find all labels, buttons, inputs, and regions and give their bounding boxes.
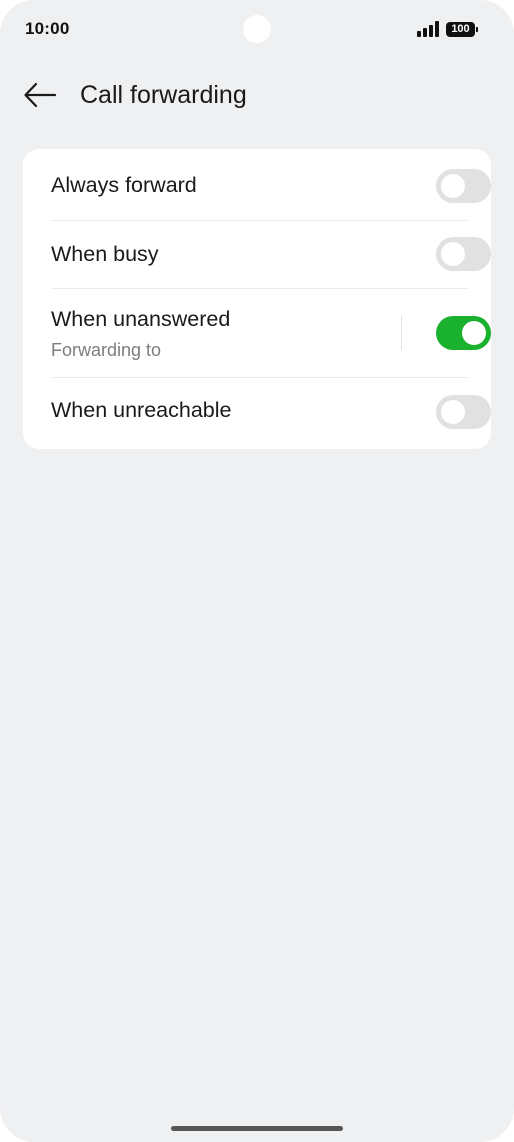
setting-subtitle: Forwarding to [51,340,162,360]
front-camera [243,15,271,43]
toggle-knob [441,174,465,198]
when-busy-toggle[interactable] [436,237,491,271]
always-forward-toggle[interactable] [436,169,491,203]
toggle-knob [462,321,486,345]
setting-label: Always forward [51,173,197,197]
setting-label: When unanswered [51,307,231,331]
setting-row-when-unreachable[interactable]: When unreachable [51,378,491,449]
status-time: 10:00 [25,19,70,38]
page-title: Call forwarding [80,81,247,109]
battery-level: 100 [451,23,470,35]
toggle-knob [441,242,465,266]
setting-row-always-forward[interactable]: Always forward [51,149,491,220]
setting-row-when-unanswered[interactable]: When unanswered Forwarding to [51,289,491,377]
signal-bars-icon [417,21,439,37]
setting-label: When unreachable [51,398,232,422]
when-unreachable-toggle[interactable] [436,395,491,429]
battery-icon: 100 [446,22,478,37]
phone-screen: 10:00 100 Call forwarding Always forward… [0,0,514,1142]
home-indicator[interactable] [171,1126,343,1131]
back-button[interactable] [22,77,58,113]
forwarding-options-card: Always forward When busy When unanswered… [23,149,491,449]
when-unanswered-toggle[interactable] [436,316,491,350]
vertical-divider [401,316,402,350]
toggle-knob [441,400,465,424]
setting-row-when-busy[interactable]: When busy [51,221,491,288]
setting-label: When busy [51,242,159,266]
arrow-left-icon [24,82,57,108]
